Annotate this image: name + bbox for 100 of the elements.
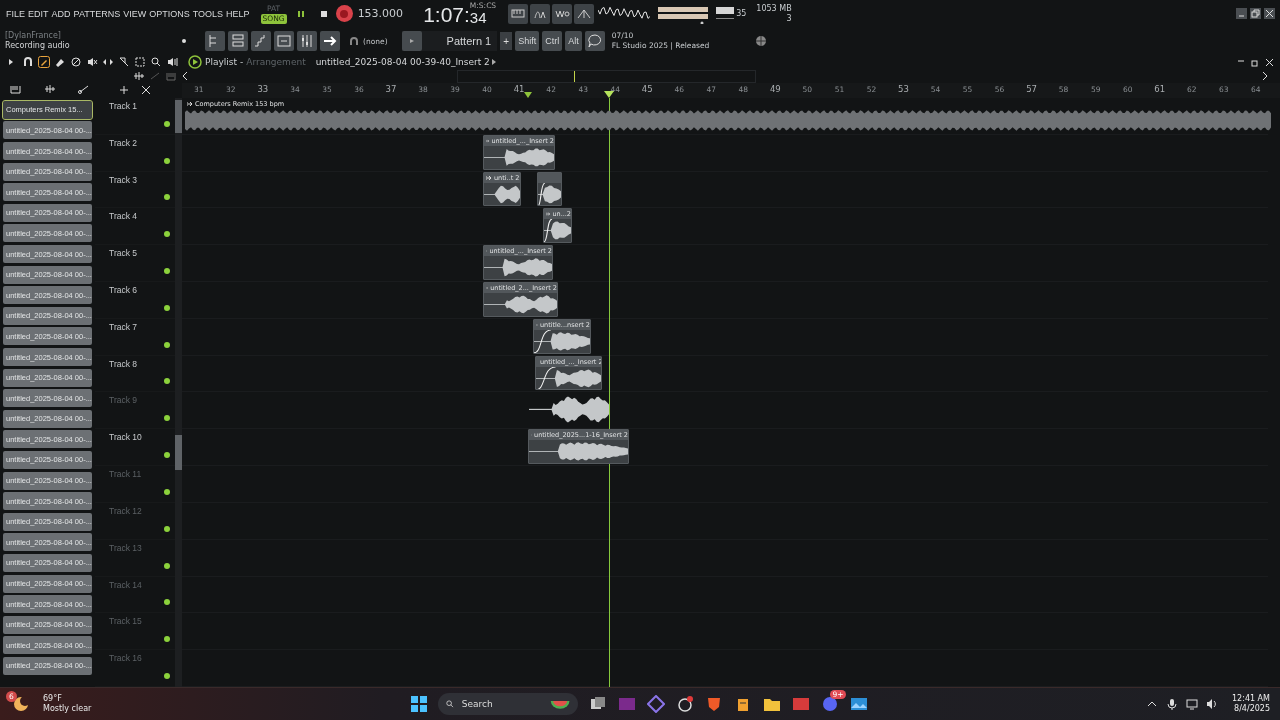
start-icon[interactable] [410,695,428,714]
audio-clip[interactable] [537,171,562,207]
track-enable-led[interactable] [164,378,170,385]
fade-in-waveform-drawing [544,219,571,243]
bar-number: 45 [641,83,653,94]
clip-source-selector[interactable]: untitled_2025-08-04 00-39-40_Insert 2 [315,57,490,68]
modifier-key[interactable]: Shift [515,31,540,52]
track-enable-led[interactable] [164,341,170,348]
track-name[interactable]: Track 2 [109,137,138,148]
cpu-reading: 35 [736,8,747,19]
modifier-key[interactable]: Ctrl [542,31,563,52]
track-enable-led[interactable] [164,488,170,495]
temperature: 69°F [43,694,63,704]
track-name[interactable]: Track 4 [109,211,138,222]
close-icon[interactable] [1264,56,1275,68]
track-enable-led[interactable] [164,525,170,532]
close-icon[interactable] [140,84,152,97]
fade-in-waveform-drawing [538,182,561,206]
loop-marker-icon[interactable] [524,91,532,98]
menu-item[interactable]: EDIT [28,8,49,19]
clock-date[interactable]: 8/4/2025 [1234,704,1270,715]
time-display: 1:07: [423,3,470,26]
arrow-icon[interactable] [489,58,498,67]
timer-icon[interactable] [675,695,694,714]
magnet-icon[interactable] [22,56,34,69]
centiseconds-display: 34 [469,9,487,26]
track-enable-led[interactable] [164,415,170,422]
track-name[interactable]: Track 5 [109,248,138,259]
paint-icon[interactable] [54,56,66,69]
track-name[interactable]: Track 6 [109,285,138,295]
track-enable-led[interactable] [164,231,170,238]
bar-number: 53 [898,83,909,94]
bar-number: 33 [257,83,269,94]
track-enable-led[interactable] [164,268,170,274]
menu-item[interactable]: FILE [6,8,25,19]
menu-item[interactable]: ADD [51,8,71,19]
menu-item[interactable]: OPTIONS [149,8,190,19]
close-icon[interactable] [1264,8,1275,20]
delete-icon[interactable] [70,56,82,69]
modifier-key[interactable]: Alt [565,31,582,52]
scroll-right-icon[interactable] [1261,71,1269,82]
menu-item[interactable]: VIEW [123,8,147,19]
window-title: Playlist [205,57,237,68]
microphone-icon[interactable] [1166,698,1178,711]
network-icon[interactable] [1186,698,1198,711]
add-icon[interactable] [118,84,130,97]
diamond-icon[interactable] [646,695,665,714]
scroll-left-icon[interactable] [181,71,189,82]
waveform-icon[interactable] [133,71,145,82]
playlist-logo-icon[interactable] [188,55,202,70]
clock-time[interactable]: 12:41 AM [1232,694,1270,705]
mute-icon[interactable] [86,56,98,69]
bar-number: 37 [385,83,397,94]
waveform-drawing [484,256,552,279]
taskbar-search-bar[interactable]: Search [438,693,578,716]
tempo-display[interactable]: 153.000 [357,7,404,21]
track-name[interactable]: Track 3 [109,174,138,185]
bar-number: 41 [513,83,525,94]
track-enable-led[interactable] [164,157,170,164]
scroll-thumb[interactable] [175,434,182,470]
track-enable-led[interactable] [164,120,170,127]
track-name[interactable]: Track 7 [109,321,138,332]
fade-in-waveform-drawing [534,329,590,353]
zoom-icon[interactable] [150,56,162,69]
user-label: [DylanFrance] [5,31,62,42]
bar-number: 57 [1026,83,1037,94]
speaker-icon[interactable] [166,56,178,69]
track-enable-led[interactable] [164,304,170,311]
chat-icon[interactable] [820,695,839,714]
track-enable-led[interactable] [164,452,170,459]
menu-item[interactable]: PATTERNS [73,8,121,19]
menu-item[interactable]: HELP [226,8,250,19]
memory-reading: 1053 MB [756,3,792,14]
track-enable-led[interactable] [164,194,170,201]
search-icon [446,699,454,710]
track-enable-led[interactable] [164,673,170,680]
restore-icon[interactable] [1250,8,1261,20]
bar-number: 61 [1154,83,1166,94]
track-name[interactable]: Track 8 [109,358,138,369]
track-name[interactable]: Track 10 [109,432,142,443]
hint-message: Recording audio [5,41,71,52]
volume-icon[interactable] [1206,698,1218,711]
menu-item[interactable]: TOOLS [192,8,224,19]
search-field[interactable]: Search [459,698,544,711]
track-enable-led[interactable] [164,599,170,606]
playhead-marker-icon[interactable] [604,90,614,98]
add-pattern-button[interactable]: + [500,32,513,51]
globe-icon[interactable] [754,35,767,48]
weather-condition: Mostly clear [43,704,92,715]
pencil-icon[interactable] [38,56,50,69]
record-button[interactable] [335,5,353,23]
scroll-thumb[interactable] [175,99,182,133]
track-enable-led[interactable] [164,562,170,569]
track-enable-led[interactable] [164,636,170,643]
select-icon[interactable] [134,56,146,69]
title-separator: - [240,57,244,68]
track-name[interactable]: Track 1 [109,100,138,111]
fade-in-waveform-drawing [536,366,601,390]
polyphony-reading: 3 [786,13,792,24]
bar-number: 49 [769,83,781,94]
